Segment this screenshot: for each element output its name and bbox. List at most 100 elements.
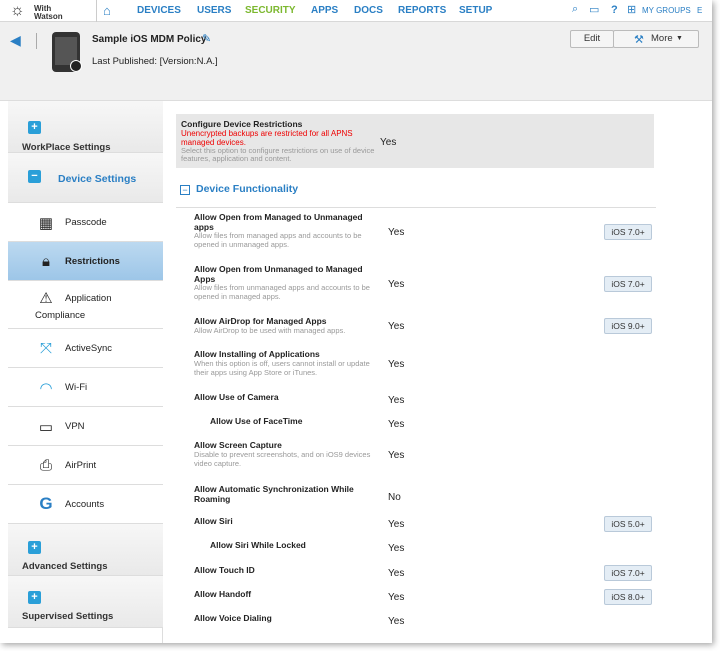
keypad-icon: ▦ [38, 215, 54, 232]
restriction-value[interactable]: Yes [388, 359, 404, 370]
sidebar-item-label: VPN [65, 421, 85, 432]
ios-version-badge: iOS 5.0+ [604, 516, 652, 532]
restriction-value[interactable]: Yes [388, 395, 404, 406]
restriction-value[interactable]: Yes [388, 321, 404, 332]
sidebar-item-vpn[interactable]: ▭ VPN [8, 407, 163, 446]
nav-setup[interactable]: SETUP [459, 5, 492, 16]
sidebar-item-label: Passcode [65, 217, 107, 228]
more-button[interactable]: ⚒ More ▼ [613, 30, 699, 48]
last-published: Last Published: [Version:N.A.] [92, 56, 218, 67]
sidebar-item-label-2: Compliance [35, 310, 86, 321]
config-value[interactable]: Yes [380, 137, 396, 148]
nav-apps[interactable]: APPS [311, 5, 338, 16]
sidebar-item-activesync[interactable]: ⤧ ActiveSync [8, 329, 163, 368]
lock-icon: 🔒︎ [42, 253, 50, 270]
minus-icon: − [28, 170, 41, 183]
restriction-description: When this option is off, users cannot in… [194, 359, 370, 377]
plus-icon: + [28, 541, 41, 554]
sidebar-item-label: Restrictions [65, 256, 120, 267]
top-nav: ☼ With Watson ⌂ DEVICES USERS SECURITY A… [0, 0, 712, 22]
section-divider [176, 207, 656, 208]
ios-version-badge: iOS 9.0+ [604, 318, 652, 334]
section-title[interactable]: Device Functionality [196, 183, 298, 195]
restriction-title: Allow Voice Dialing [194, 613, 272, 623]
nav-devices[interactable]: DEVICES [137, 5, 181, 16]
logo[interactable]: ☼ With Watson [10, 2, 80, 22]
sidebar-item-restrictions[interactable]: 🔒︎ Restrictions [8, 242, 163, 281]
back-arrow-icon[interactable]: ◀ [10, 32, 21, 49]
last-published-value: [Version:N.A.] [159, 56, 218, 67]
restriction-value[interactable]: Yes [388, 279, 404, 290]
sidebar-item-label: Accounts [65, 499, 105, 510]
ios-version-badge: iOS 7.0+ [604, 276, 652, 292]
group-workplace-label: WorkPlace Settings [22, 142, 111, 153]
ios-version-badge: iOS 7.0+ [604, 224, 652, 240]
restriction-title: Allow Touch ID [194, 565, 255, 575]
activesync-icon: ⤧ [39, 340, 52, 357]
search-icon[interactable]: ⌕ [572, 3, 578, 16]
restriction-value[interactable]: Yes [388, 543, 404, 554]
app-window: ☼ With Watson ⌂ DEVICES USERS SECURITY A… [0, 0, 712, 643]
printer-icon: ⎙ [39, 457, 52, 474]
groups-icon[interactable]: ⊞ [627, 3, 636, 16]
sidebar-item-airprint[interactable]: ⎙ AirPrint [8, 446, 163, 485]
policy-title: Sample iOS MDM Policy [92, 34, 207, 45]
group-advanced[interactable]: + Advanced Settings [8, 524, 163, 576]
help-icon[interactable]: ? [611, 4, 618, 16]
restriction-title: Allow Automatic Synchronization While Ro… [194, 484, 354, 504]
restriction-value[interactable]: Yes [388, 519, 404, 530]
more-label: More [651, 33, 673, 44]
restriction-title: Allow Siri [194, 516, 233, 526]
nav-reports[interactable]: REPORTS [398, 5, 446, 16]
collapse-toggle-icon[interactable]: − [180, 185, 190, 195]
restriction-value[interactable]: Yes [388, 450, 404, 461]
plus-icon: + [28, 591, 41, 604]
restriction-title: Allow Use of Camera [194, 392, 279, 402]
sidebar-item-accounts[interactable]: G Accounts [8, 485, 163, 524]
logo-icon: ☼ [10, 2, 25, 19]
vpn-icon: ▭ [38, 419, 54, 436]
restriction-title: Allow Open from Unmanaged to Managed App… [194, 264, 363, 284]
apple-icon [70, 60, 82, 72]
sidebar-item-label: Wi-Fi [65, 382, 88, 393]
nav-security[interactable]: SECURITY [245, 5, 296, 16]
restriction-title: Allow Use of FaceTime [210, 416, 303, 426]
chat-icon[interactable]: ▭ [589, 3, 599, 16]
sidebar-item-label: AirPrint [65, 460, 97, 471]
pencil-icon[interactable]: ✎ [202, 32, 211, 45]
google-icon: G [39, 494, 53, 513]
group-workplace[interactable]: + WorkPlace Settings [8, 101, 163, 153]
restriction-value[interactable]: Yes [388, 227, 404, 238]
sidebar-item-label: Application [65, 293, 112, 304]
header-divider [36, 33, 37, 49]
sidebar-item-passcode[interactable]: ▦ Passcode [8, 203, 163, 242]
restriction-value[interactable]: No [388, 492, 401, 503]
plus-icon: + [28, 121, 41, 134]
restriction-value[interactable]: Yes [388, 568, 404, 579]
nav-trailing[interactable]: E [697, 6, 702, 15]
config-title: Configure Device Restrictions [181, 119, 303, 129]
restriction-value[interactable]: Yes [388, 592, 404, 603]
nav-users[interactable]: USERS [197, 5, 231, 16]
app-compliance-icon: ⚠ [39, 290, 53, 307]
wifi-icon: ◠ [39, 380, 53, 397]
home-icon[interactable]: ⌂ [103, 3, 111, 18]
sidebar-item-application-compliance[interactable]: ⚠ Application Compliance [8, 281, 163, 329]
restriction-value[interactable]: Yes [388, 616, 404, 627]
sidebar-item-wifi[interactable]: ◠ Wi-Fi [8, 368, 163, 407]
my-groups-link[interactable]: MY GROUPS [642, 6, 691, 15]
sidebar-item-label: ActiveSync [65, 343, 112, 354]
last-published-label: Last Published: [92, 56, 157, 67]
restriction-value[interactable]: Yes [388, 419, 404, 430]
group-device-settings[interactable]: − Device Settings [8, 153, 163, 203]
restriction-description: Allow files from unmanaged apps and acco… [194, 283, 370, 301]
edit-button[interactable]: Edit [570, 30, 614, 48]
sidebar: + WorkPlace Settings − Device Settings ▦… [8, 101, 163, 643]
group-advanced-label: Advanced Settings [22, 561, 108, 572]
nav-docs[interactable]: DOCS [354, 5, 383, 16]
caret-down-icon: ▼ [676, 35, 683, 42]
group-supervised[interactable]: + Supervised Settings [8, 576, 163, 628]
restriction-title: Allow Open from Managed to Unmanaged app… [194, 212, 363, 232]
ios-version-badge: iOS 8.0+ [604, 589, 652, 605]
restriction-description: Allow files from managed apps and accoun… [194, 231, 362, 249]
